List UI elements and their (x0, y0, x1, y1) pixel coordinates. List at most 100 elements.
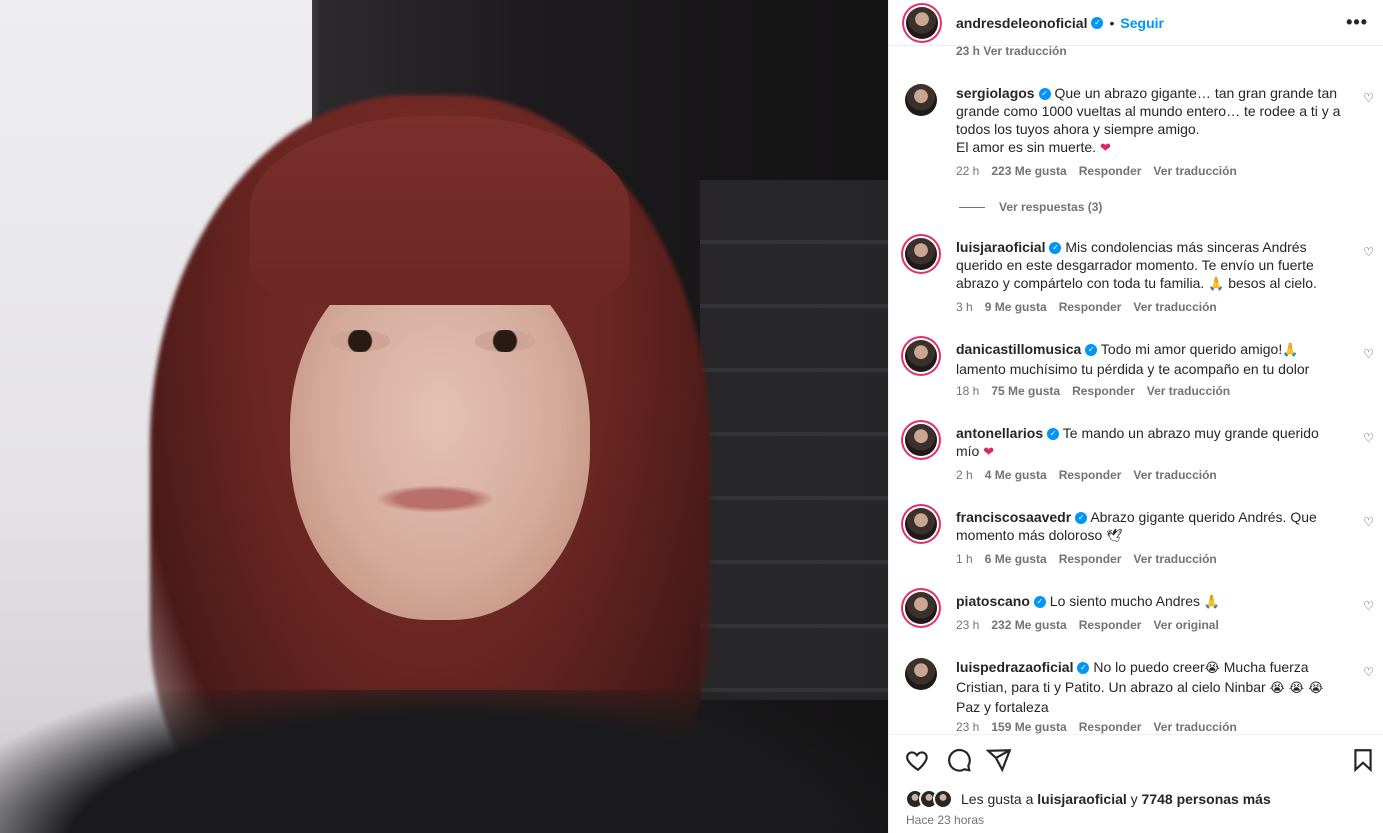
comment-avatar[interactable] (905, 658, 937, 690)
likes-count-link[interactable]: 7748 personas más (1142, 791, 1271, 807)
comment-avatar[interactable] (905, 340, 937, 372)
comment-text: Paz y fortaleza (956, 699, 1049, 715)
like-comment-heart-icon[interactable]: ♡ (1363, 431, 1374, 445)
translate-button[interactable]: Ver traducción (1133, 552, 1216, 566)
previous-comment-meta: 23 h Ver traducción (956, 46, 1067, 58)
reply-button[interactable]: Responder (1072, 384, 1135, 398)
photo-shelf (700, 180, 888, 700)
comment-username[interactable]: franciscosaavedr (956, 509, 1071, 525)
likes-prefix: Les gusta a (961, 791, 1034, 807)
see-original-button[interactable]: Ver original (1153, 618, 1218, 632)
heart-icon[interactable] (905, 747, 931, 773)
like-comment-heart-icon[interactable]: ♡ (1363, 245, 1374, 259)
follow-button[interactable]: Seguir (1120, 15, 1164, 31)
reply-button[interactable]: Responder (1059, 552, 1122, 566)
comment-meta: 23 h 159 Me gusta Responder Ver traducci… (956, 720, 1237, 734)
verified-icon: ✓ (1085, 344, 1098, 357)
reply-button[interactable]: Responder (1079, 720, 1142, 734)
comment-likes[interactable]: 159 Me gusta (991, 720, 1066, 734)
comment-avatar[interactable] (905, 84, 937, 116)
praying-hands-emoji-icon: 🙏 (1203, 595, 1221, 610)
more-icon[interactable]: ••• (1346, 12, 1368, 33)
comment-text: El amor es sin muerte. (956, 139, 1097, 155)
comment-body: luisjaraoficial ✓ Mis condolencias más si… (956, 238, 1342, 294)
comment-username[interactable]: danicastillomusica (956, 341, 1081, 357)
view-replies-button[interactable]: Ver respuestas (3) (959, 200, 1102, 214)
comment-body: luispedrazaoficial ✓ No lo puedo creer😭 M… (956, 658, 1342, 716)
bookmark-icon[interactable] (1350, 747, 1376, 773)
view-replies-label[interactable]: Ver respuestas (3) (999, 200, 1102, 214)
comment-time: 1 h (956, 552, 973, 566)
likes-user-link[interactable]: luisjaraoficial (1037, 791, 1126, 807)
like-comment-heart-icon[interactable]: ♡ (1363, 599, 1374, 613)
post-header: andresdeleonoficial ✓ • Seguir ••• (889, 0, 1383, 46)
comment-time: 23 h (956, 720, 980, 734)
photo-sweater (0, 690, 888, 833)
comments-list[interactable]: 23 h Ver traducción sergiolagos ✓ Que un … (889, 46, 1383, 734)
comment-username[interactable]: sergiolagos (956, 85, 1035, 101)
share-icon[interactable] (985, 747, 1012, 773)
reply-button[interactable]: Responder (1079, 618, 1142, 632)
translate-button[interactable]: Ver traducción (1153, 720, 1236, 734)
comment-avatar[interactable] (905, 592, 937, 624)
like-comment-heart-icon[interactable]: ♡ (1363, 347, 1374, 361)
reply-button[interactable]: Responder (1059, 468, 1122, 482)
dove-emoji-icon: 🕊 (1106, 529, 1123, 544)
comment-icon[interactable] (946, 747, 972, 773)
comment-likes[interactable]: 6 Me gusta (985, 552, 1047, 566)
post-photo[interactable] (0, 0, 888, 833)
praying-hands-emoji-icon: 🙏 (1208, 277, 1225, 292)
comment-likes[interactable]: 4 Me gusta (985, 468, 1047, 482)
heart-emoji-icon: ❤ (1099, 141, 1111, 156)
comment-meta: 2 h 4 Me gusta Responder Ver traducción (956, 468, 1217, 482)
like-comment-heart-icon[interactable]: ♡ (1363, 91, 1374, 105)
comment-body: danicastillomusica ✓ Todo mi amor querido… (956, 340, 1342, 378)
comment-avatar[interactable] (905, 508, 937, 540)
comment-username[interactable]: piatoscano (956, 593, 1030, 609)
comment-text: besos al cielo. (1228, 275, 1317, 291)
comment-likes[interactable]: 9 Me gusta (985, 300, 1047, 314)
comment-username[interactable]: luispedrazaoficial (956, 659, 1073, 675)
translate-button[interactable]: Ver traducción (1147, 384, 1230, 398)
comment-time: 3 h (956, 300, 973, 314)
comment-likes[interactable]: 232 Me gusta (991, 618, 1066, 632)
reply-button[interactable]: Responder (1059, 300, 1122, 314)
comment-meta: 23 h 232 Me gusta Responder Ver original (956, 618, 1219, 632)
likes-summary: Les gusta a luisjaraoficial y 7748 perso… (905, 789, 1271, 809)
comment-time: 18 h (956, 384, 980, 398)
comment-text: Lo siento mucho Andres (1049, 593, 1201, 609)
comment-username[interactable]: luisjaraoficial (956, 239, 1045, 255)
comment-meta: 18 h 75 Me gusta Responder Ver traducció… (956, 384, 1230, 398)
reply-button[interactable]: Responder (1079, 164, 1142, 178)
author-avatar[interactable] (906, 6, 938, 39)
comment-likes[interactable]: 223 Me gusta (991, 164, 1066, 178)
comment-time: 23 h (956, 618, 980, 632)
like-comment-heart-icon[interactable]: ♡ (1363, 515, 1374, 529)
translate-button[interactable]: Ver traducción (1133, 300, 1216, 314)
photo-face (290, 250, 590, 620)
liker-avatar (933, 789, 953, 809)
likes-and: y (1130, 791, 1138, 807)
verified-icon: ✓ (1049, 242, 1062, 255)
verified-icon: ✓ (1047, 428, 1060, 441)
author-username[interactable]: andresdeleonoficial (956, 15, 1087, 31)
verified-icon: ✓ (1075, 512, 1088, 525)
post-time: Hace 23 horas (906, 813, 985, 827)
verified-icon: ✓ (1033, 596, 1046, 609)
comment-avatar[interactable] (905, 424, 937, 456)
comment-time: 22 h (956, 164, 980, 178)
comment-text: No lo puedo creer (1093, 659, 1205, 675)
translate-button[interactable]: Ver traducción (1153, 164, 1236, 178)
like-comment-heart-icon[interactable]: ♡ (1363, 665, 1374, 679)
separator-dot: • (1109, 14, 1115, 31)
comment-likes[interactable]: 75 Me gusta (991, 384, 1060, 398)
photo-bangs (250, 115, 630, 305)
comment-meta: 22 h 223 Me gusta Responder Ver traducci… (956, 164, 1237, 178)
comment-time: 2 h (956, 468, 973, 482)
crying-emoji-icon: 😭 (1204, 661, 1220, 676)
comment-avatar[interactable] (905, 238, 937, 270)
verified-icon: ✓ (1038, 88, 1051, 101)
comment-body: franciscosaavedr ✓ Abrazo gigante querido… (956, 508, 1342, 546)
comment-username[interactable]: antonellarios (956, 425, 1043, 441)
translate-button[interactable]: Ver traducción (1133, 468, 1216, 482)
